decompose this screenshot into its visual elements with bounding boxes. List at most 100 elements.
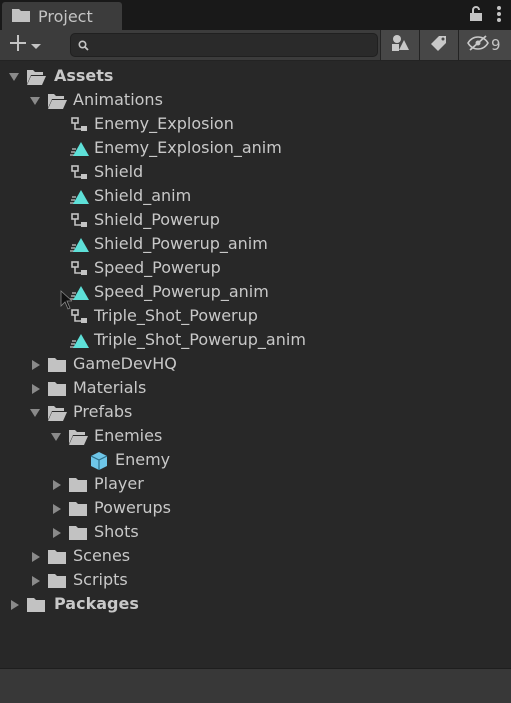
folder-open-icon: [26, 68, 46, 86]
tree-item-label: Enemy: [115, 450, 171, 469]
expand-arrow-icon[interactable]: [32, 360, 40, 370]
tree-item-label: Materials: [73, 378, 147, 397]
tree-item-label: Scripts: [73, 570, 128, 589]
expand-arrow-icon[interactable]: [53, 480, 61, 490]
tree-item-scenes[interactable]: Scenes: [0, 545, 511, 569]
tree-item-label: Speed_Powerup_anim: [94, 282, 269, 301]
tree-item-label: Shield_Powerup: [94, 210, 220, 229]
search-field[interactable]: [70, 33, 378, 57]
hidden-packages-count: 9: [491, 36, 501, 54]
search-input[interactable]: [93, 35, 377, 55]
shapes-icon: [390, 34, 410, 56]
prefab-icon: [89, 451, 109, 471]
tree-item-shield-powerup-anim[interactable]: Shield_Powerup_anim: [0, 233, 511, 257]
plus-icon: [8, 33, 28, 57]
expand-arrow-icon[interactable]: [30, 409, 40, 417]
panel-title-bar: Project: [0, 0, 511, 30]
animation-clip-icon: [70, 236, 90, 254]
lock-icon[interactable]: [469, 6, 483, 26]
expand-arrow-icon[interactable]: [32, 552, 40, 562]
tree-item-enemy[interactable]: Enemy: [0, 449, 511, 473]
tree-item-assets[interactable]: Assets: [0, 65, 511, 89]
tree-item-label: Prefabs: [73, 402, 133, 421]
tree-item-animations[interactable]: Animations: [0, 89, 511, 113]
tree-item-label: Speed_Powerup: [94, 258, 221, 277]
expand-arrow-icon[interactable]: [30, 97, 40, 105]
tree-item-scripts[interactable]: Scripts: [0, 569, 511, 593]
expand-arrow-icon[interactable]: [32, 384, 40, 394]
animator-controller-icon: [70, 164, 90, 182]
tree-item-powerups[interactable]: Powerups: [0, 497, 511, 521]
folder-icon: [12, 7, 30, 26]
folder-icon: [47, 380, 67, 398]
expand-arrow-icon[interactable]: [53, 504, 61, 514]
search-by-type-button[interactable]: [380, 30, 419, 60]
folder-icon: [47, 356, 67, 374]
folder-open-icon: [47, 92, 67, 110]
tree-item-speed-powerup-anim[interactable]: Speed_Powerup_anim: [0, 281, 511, 305]
folder-open-icon: [47, 404, 67, 422]
tree-item-label: Shield: [94, 162, 144, 181]
tree-item-shield-powerup[interactable]: Shield_Powerup: [0, 209, 511, 233]
folder-icon: [68, 476, 88, 494]
tree-item-triple-shot-powerup-anim[interactable]: Triple_Shot_Powerup_anim: [0, 329, 511, 353]
animator-controller-icon: [70, 308, 90, 326]
expand-arrow-icon[interactable]: [32, 576, 40, 586]
tree-item-shield[interactable]: Shield: [0, 161, 511, 185]
tree-item-triple-shot-powerup[interactable]: Triple_Shot_Powerup: [0, 305, 511, 329]
tree-item-packages[interactable]: Packages: [0, 593, 511, 617]
folder-icon: [47, 572, 67, 590]
tree-item-player[interactable]: Player: [0, 473, 511, 497]
animator-controller-icon: [70, 260, 90, 278]
tree-item-shots[interactable]: Shots: [0, 521, 511, 545]
folder-icon: [68, 500, 88, 518]
tree-item-label: Shots: [94, 522, 139, 541]
search-by-label-button[interactable]: [419, 30, 458, 60]
mouse-cursor-icon: [60, 290, 72, 310]
tree-item-speed-powerup[interactable]: Speed_Powerup: [0, 257, 511, 281]
project-tree: Assets Animations Enemy_Explosion Enemy_…: [0, 65, 511, 617]
tree-item-prefabs[interactable]: Prefabs: [0, 401, 511, 425]
folder-icon: [26, 596, 46, 614]
status-footer: [0, 668, 511, 703]
tree-item-label: Assets: [54, 66, 114, 85]
tree-item-enemies[interactable]: Enemies: [0, 425, 511, 449]
tree-item-gamedevhq[interactable]: GameDevHQ: [0, 353, 511, 377]
chevron-down-icon: [30, 36, 42, 55]
tree-item-enemy-explosion[interactable]: Enemy_Explosion: [0, 113, 511, 137]
tree-item-label: Triple_Shot_Powerup: [94, 306, 258, 325]
tree-item-shield-anim[interactable]: Shield_anim: [0, 185, 511, 209]
animator-controller-icon: [70, 212, 90, 230]
folder-icon: [68, 524, 88, 542]
tree-item-label: Packages: [54, 594, 139, 613]
create-button[interactable]: [8, 35, 52, 55]
expand-arrow-icon[interactable]: [9, 73, 19, 81]
project-toolbar: 9: [0, 30, 511, 61]
animation-clip-icon: [70, 188, 90, 206]
tree-item-label: Enemy_Explosion: [94, 114, 234, 133]
tag-icon: [430, 34, 448, 56]
folder-open-icon: [68, 428, 88, 446]
tree-item-label: Triple_Shot_Powerup_anim: [94, 330, 306, 349]
more-options-icon[interactable]: [497, 6, 501, 26]
expand-arrow-icon[interactable]: [53, 528, 61, 538]
folder-icon: [47, 548, 67, 566]
tree-item-label: Player: [94, 474, 144, 493]
tree-item-label: Shield_Powerup_anim: [94, 234, 268, 253]
project-tab[interactable]: Project: [2, 2, 122, 30]
search-icon: [78, 39, 89, 51]
tree-item-enemy-explosion-anim[interactable]: Enemy_Explosion_anim: [0, 137, 511, 161]
toggle-hidden-packages-button[interactable]: 9: [458, 30, 511, 60]
tree-item-label: GameDevHQ: [73, 354, 177, 373]
animation-clip-icon: [70, 332, 90, 350]
tree-item-label: Enemies: [94, 426, 163, 445]
expand-arrow-icon[interactable]: [51, 433, 61, 441]
tree-item-label: Enemy_Explosion_anim: [94, 138, 282, 157]
animation-clip-icon: [70, 284, 90, 302]
expand-arrow-icon[interactable]: [11, 600, 19, 610]
tree-item-label: Shield_anim: [94, 186, 192, 205]
eye-slash-icon: [467, 35, 489, 55]
tree-item-label: Scenes: [73, 546, 131, 565]
tab-label: Project: [38, 6, 93, 26]
tree-item-materials[interactable]: Materials: [0, 377, 511, 401]
